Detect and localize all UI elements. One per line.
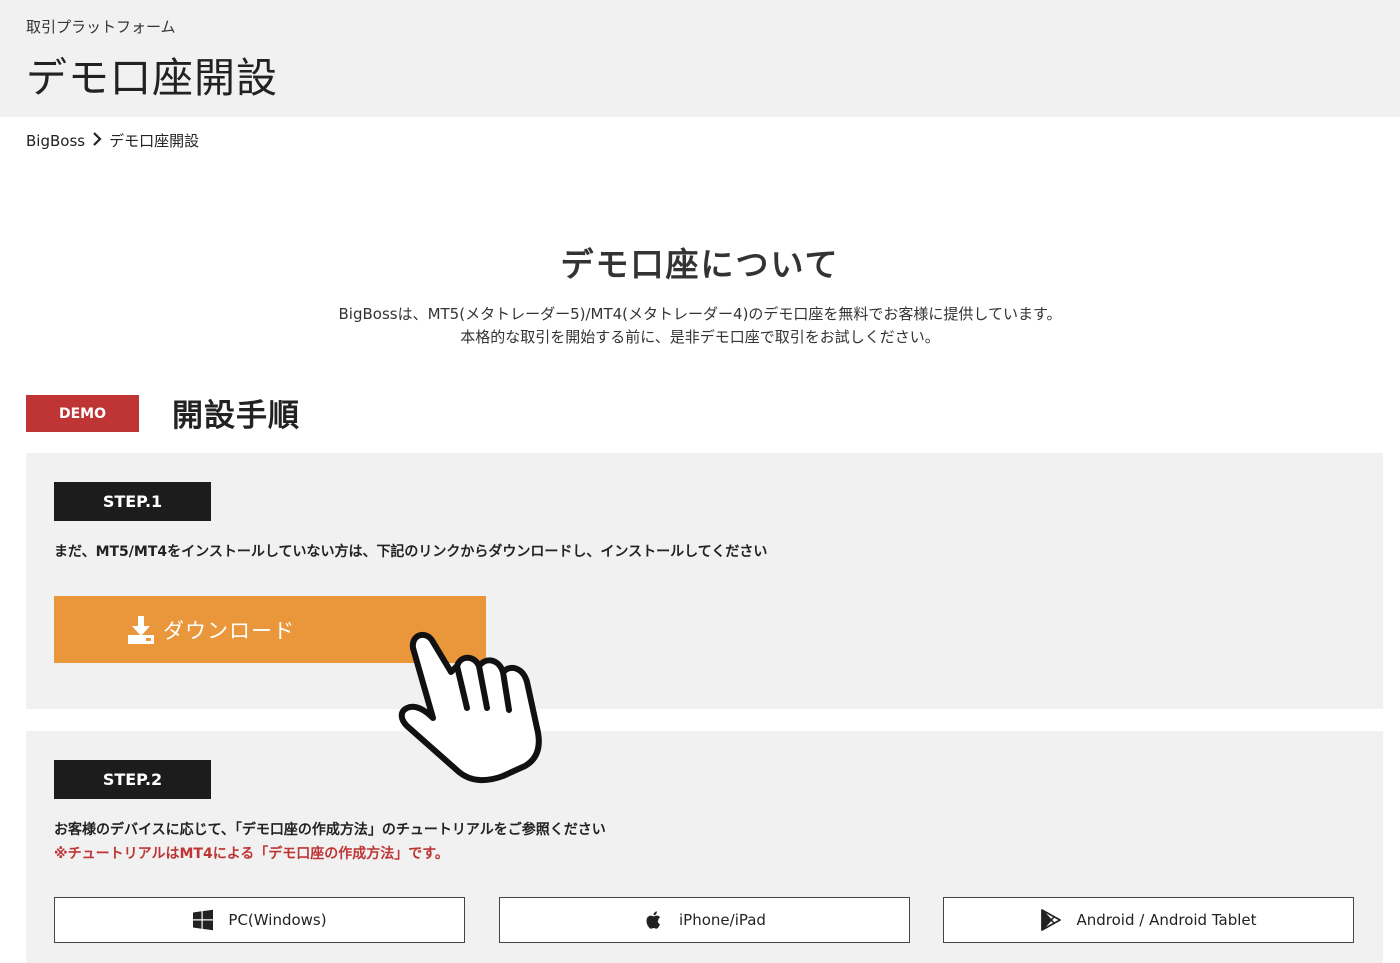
demo-badge: DEMO	[26, 395, 139, 432]
device-button-android-label: Android / Android Tablet	[1076, 911, 1257, 929]
pointing-hand-icon	[398, 631, 542, 784]
step-2-note: ※チュートリアルはMT4による「デモ口座の作成方法」です。	[54, 846, 449, 862]
about-text: BigBossは、MT5(メタトレーダー5)/MT4(メタトレーダー4)のデモ口…	[0, 303, 1400, 349]
step-1-section: STEP.1 まだ、MT5/MT4をインストールしていない方は、下記のリンクから…	[26, 453, 1383, 709]
breadcrumb-current: デモ口座開設	[109, 132, 200, 150]
device-button-android[interactable]: Android / Android Tablet	[943, 897, 1354, 943]
apple-icon	[646, 911, 661, 929]
about-title: デモ口座について	[560, 245, 840, 284]
about-text-line-2: 本格的な取引を開始する前に、是非デモ口座で取引をお試しください。	[460, 328, 940, 346]
step-2-label: STEP.2	[54, 760, 211, 799]
download-button-label: ダウンロード	[163, 618, 295, 643]
about-text-line-1: BigBossは、MT5(メタトレーダー5)/MT4(メタトレーダー4)のデモ口…	[338, 305, 1062, 323]
step-1-label: STEP.1	[54, 482, 211, 521]
windows-icon	[193, 909, 214, 931]
google-play-icon	[1041, 909, 1062, 931]
step-1-description: まだ、MT5/MT4をインストールしていない方は、下記のリンクからダウンロードし…	[54, 544, 768, 560]
download-icon	[128, 615, 154, 644]
chevron-right-icon	[89, 131, 105, 150]
page-header: 取引プラットフォーム デモ口座開設	[0, 0, 1400, 117]
device-button-ios-label: iPhone/iPad	[679, 911, 766, 929]
device-button-iphone-ipad[interactable]: iPhone/iPad	[499, 897, 910, 943]
device-button-pc-label: PC(Windows)	[228, 911, 327, 929]
step-2-description: お客様のデバイスに応じて、「デモ口座の作成方法」のチュートリアルをご参照ください	[54, 822, 606, 838]
breadcrumb: BigBoss デモ口座開設	[26, 130, 199, 151]
step-2-section: STEP.2 お客様のデバイスに応じて、「デモ口座の作成方法」のチュートリアルを…	[26, 731, 1383, 963]
header-subtitle: 取引プラットフォーム	[26, 18, 176, 36]
device-button-pc-windows[interactable]: PC(Windows)	[54, 897, 465, 943]
page-title: デモ口座開設	[26, 54, 278, 102]
breadcrumb-home-link[interactable]: BigBoss	[26, 132, 85, 150]
procedure-title: 開設手順	[172, 398, 300, 434]
